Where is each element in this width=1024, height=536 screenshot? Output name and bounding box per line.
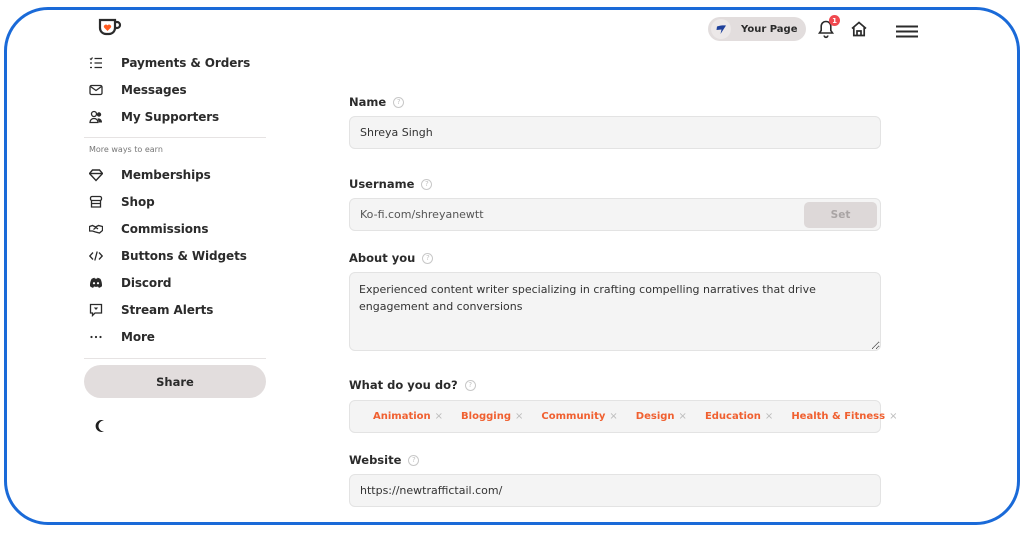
help-icon[interactable]: ?	[421, 178, 433, 190]
website-label: Website ?	[349, 453, 420, 467]
your-page-label: Your Page	[741, 23, 798, 35]
help-icon[interactable]: ?	[393, 96, 405, 108]
tag-design: Design ×	[635, 411, 687, 422]
sidebar-divider	[84, 137, 266, 138]
sidebar-item-memberships[interactable]: Memberships	[88, 164, 211, 186]
remove-tag-icon[interactable]: ×	[609, 411, 617, 422]
moon-icon[interactable]	[95, 418, 107, 432]
help-icon[interactable]: ?	[422, 252, 434, 264]
sidebar-item-label: Shop	[121, 195, 155, 209]
your-page-button[interactable]: Your Page	[708, 17, 806, 41]
sidebar-divider	[84, 358, 266, 359]
handshake-icon	[88, 221, 104, 237]
sidebar-item-messages[interactable]: Messages	[88, 79, 187, 101]
avatar	[711, 19, 731, 39]
username-input[interactable]	[349, 198, 881, 231]
website-input[interactable]	[349, 474, 881, 507]
sidebar-item-label: Messages	[121, 83, 187, 97]
sidebar-item-label: Memberships	[121, 168, 211, 182]
remove-tag-icon[interactable]: ×	[435, 411, 443, 422]
tag-health-fitness: Health & Fitness ×	[791, 411, 898, 422]
tag-blogging: Blogging ×	[461, 411, 524, 422]
diamond-icon	[88, 167, 104, 183]
hamburger-menu-icon[interactable]	[896, 23, 918, 38]
name-label: Name ?	[349, 95, 405, 109]
sidebar-item-my-supporters[interactable]: My Supporters	[88, 106, 219, 128]
home-icon[interactable]	[850, 20, 868, 38]
sidebar-item-discord[interactable]: Discord	[88, 272, 171, 294]
sidebar-item-label: Stream Alerts	[121, 303, 214, 317]
tag-animation: Animation ×	[373, 411, 444, 422]
ellipsis-icon	[88, 329, 104, 345]
sidebar-item-stream-alerts[interactable]: Stream Alerts	[88, 299, 213, 321]
help-icon[interactable]: ?	[408, 454, 420, 466]
name-input[interactable]	[349, 116, 881, 149]
set-username-button[interactable]: Set	[804, 202, 877, 228]
remove-tag-icon[interactable]: ×	[679, 411, 687, 422]
sidebar-item-commissions[interactable]: Commissions	[88, 218, 209, 240]
sidebar-item-label: Commissions	[121, 222, 209, 236]
username-label: Username ?	[349, 177, 433, 191]
share-button[interactable]: Share	[84, 365, 266, 398]
what-do-you-do-label: What do you do? ?	[349, 378, 476, 392]
sidebar-item-label: Buttons & Widgets	[121, 249, 247, 263]
ko-fi-logo-icon[interactable]	[98, 17, 122, 37]
stream-alert-icon	[88, 302, 104, 318]
discord-icon	[88, 275, 104, 291]
code-icon	[88, 248, 104, 264]
tag-education: Education ×	[704, 411, 774, 422]
envelope-icon	[88, 82, 104, 98]
users-icon	[88, 109, 104, 125]
sidebar-item-buttons-widgets[interactable]: Buttons & Widgets	[88, 245, 247, 267]
notification-badge: 1	[829, 15, 840, 26]
about-textarea[interactable]: Experienced content writer specializing …	[349, 272, 881, 351]
tag-community: Community ×	[541, 411, 618, 422]
about-label: About you ?	[349, 251, 434, 265]
sidebar-item-label: Discord	[121, 276, 172, 290]
section-label-more-ways-to-earn: More ways to earn	[89, 145, 163, 154]
categories-tag-input[interactable]: Animation × Blogging × Community × Design × …	[349, 400, 897, 433]
remove-tag-icon[interactable]: ×	[889, 411, 897, 422]
sidebar-item-label: My Supporters	[121, 110, 220, 124]
help-icon[interactable]: ?	[464, 379, 476, 391]
remove-tag-icon[interactable]: ×	[765, 411, 773, 422]
sidebar-item-label: Payments & Orders	[121, 56, 251, 70]
shop-icon	[88, 194, 104, 210]
checklist-icon	[88, 55, 104, 71]
sidebar-item-label: More	[121, 330, 155, 344]
sidebar-item-more[interactable]: More	[88, 326, 155, 348]
remove-tag-icon[interactable]: ×	[515, 411, 523, 422]
sidebar-item-payments-orders[interactable]: Payments & Orders	[88, 52, 250, 74]
sidebar-item-shop[interactable]: Shop	[88, 191, 155, 213]
